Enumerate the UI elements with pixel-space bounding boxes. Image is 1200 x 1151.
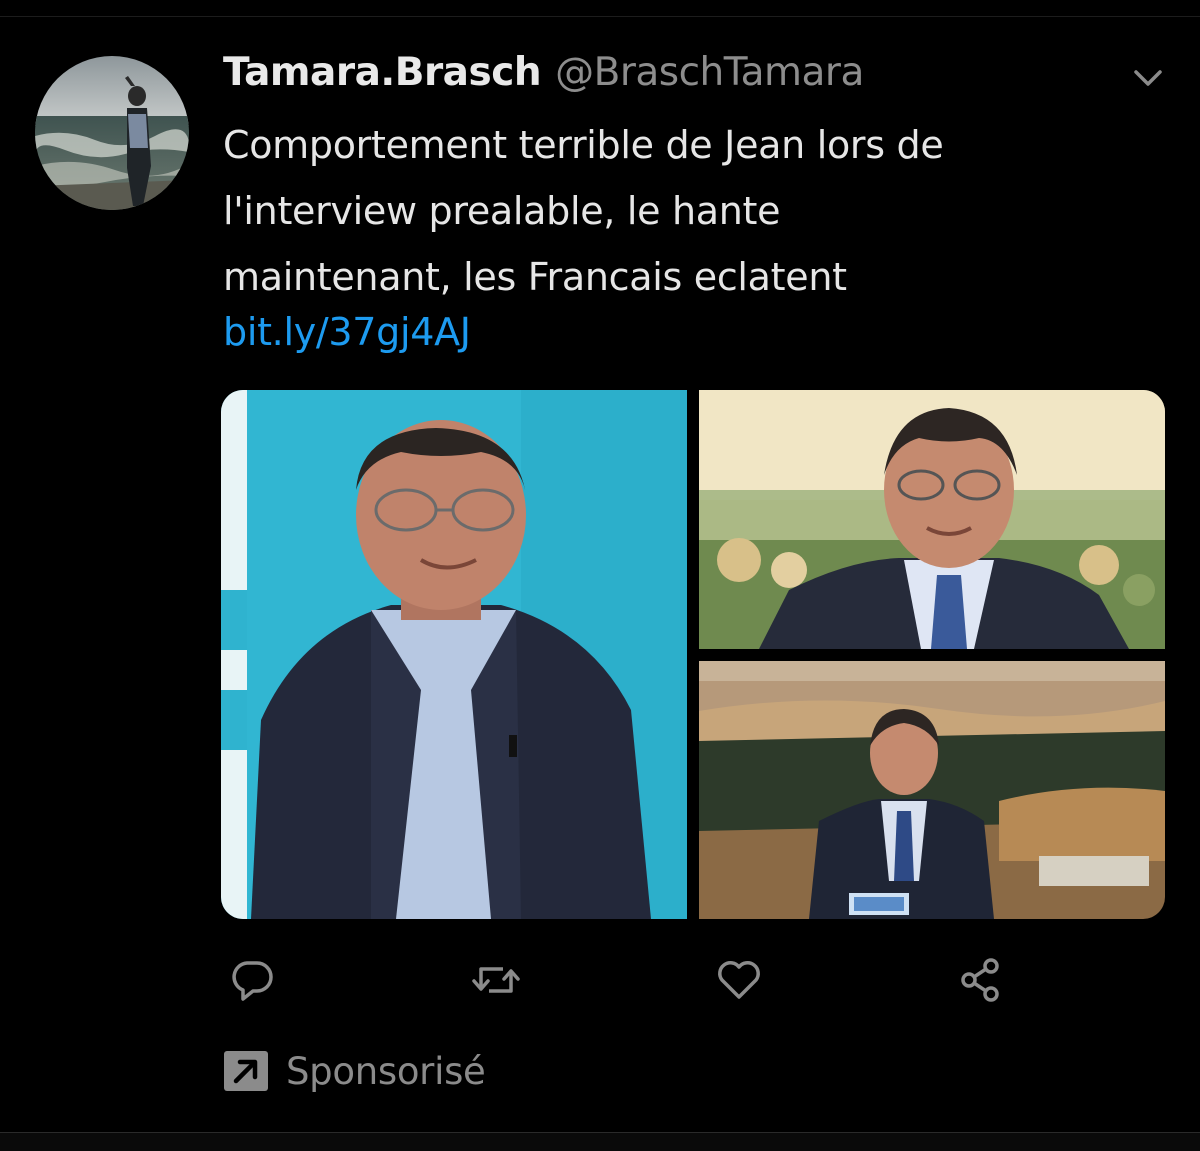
tweet-text-line: l'interview prealable, le hante — [223, 189, 781, 233]
tweet-link[interactable]: bit.ly/37gj4AJ — [223, 310, 471, 354]
tweet-text-line: Comportement terrible de Jean lors de — [223, 123, 944, 167]
media-grid — [221, 390, 1165, 919]
media-image-landscape[interactable] — [699, 661, 1165, 919]
like-button[interactable] — [709, 950, 769, 1010]
heart-icon — [718, 961, 760, 999]
avatar[interactable] — [35, 56, 189, 210]
share-icon — [961, 958, 999, 1002]
status-bar-divider — [0, 0, 1200, 17]
tweet-actions — [0, 950, 1200, 1020]
share-button[interactable] — [950, 950, 1010, 1010]
tweet-text: Comportement terrible de Jean lors de l'… — [223, 112, 1163, 310]
retweet-button[interactable] — [466, 950, 526, 1010]
chevron-down-icon — [1134, 70, 1162, 86]
promoted-indicator: Sponsorisé — [222, 1046, 486, 1096]
user-handle[interactable]: @BraschTamara — [555, 50, 864, 95]
media-image-interview[interactable] — [221, 390, 687, 919]
more-options-button[interactable] — [1128, 62, 1168, 94]
reply-icon — [232, 961, 273, 1001]
tweet-header: Tamara.Brasch @BraschTamara — [223, 50, 864, 102]
avatar-photo — [35, 56, 189, 210]
display-name[interactable]: Tamara.Brasch — [223, 50, 542, 95]
tweet-divider — [0, 1132, 1200, 1151]
media-image-presenter[interactable] — [699, 390, 1165, 649]
tweet-text-line: maintenant, les Francais eclatent — [223, 255, 847, 299]
promoted-arrow-icon — [224, 1051, 268, 1091]
reply-button[interactable] — [222, 950, 282, 1010]
retweet-icon — [472, 967, 520, 993]
sponsored-label: Sponsorisé — [286, 1049, 486, 1093]
